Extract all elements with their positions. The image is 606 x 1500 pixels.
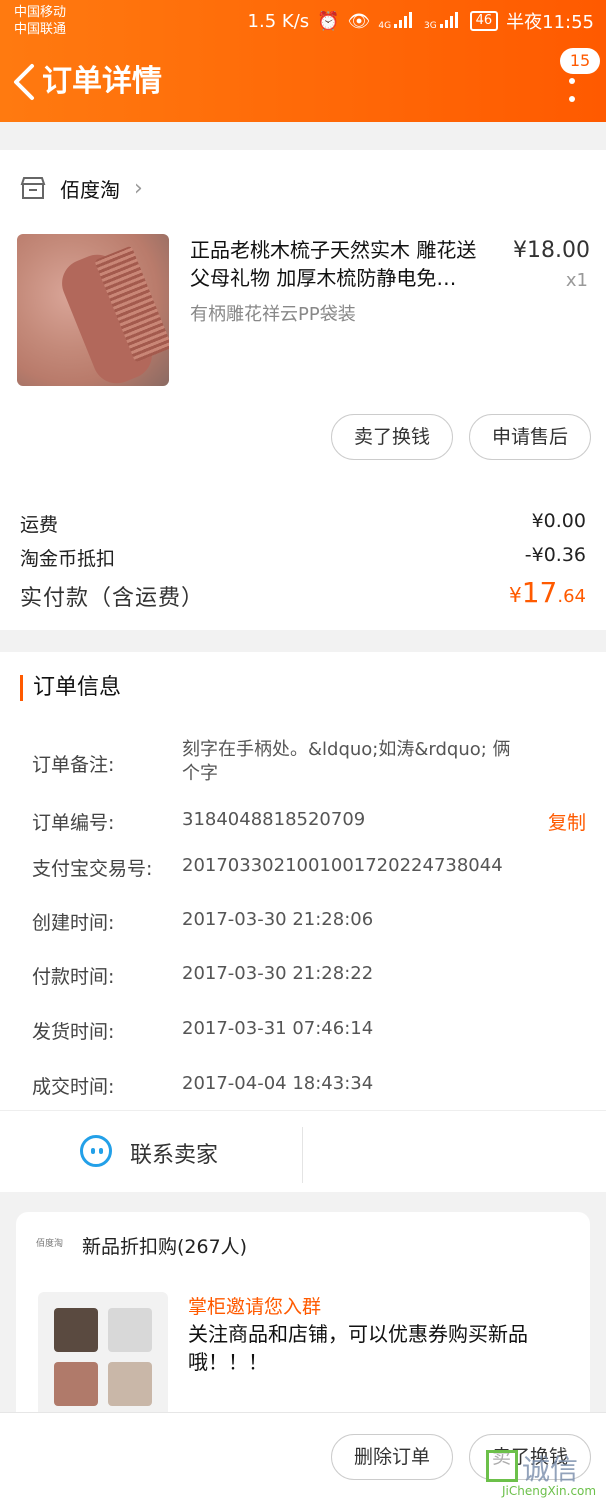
nav-bar: 订单详情 xyxy=(0,50,606,114)
actual-paid-value: ¥17.64 xyxy=(509,576,586,609)
contact-seller-button[interactable]: 联系卖家 xyxy=(130,1137,218,1169)
watermark: 诚信 JiChengXin.com xyxy=(486,1448,602,1498)
shipping-value: ¥0.00 xyxy=(531,510,586,532)
product-image[interactable] xyxy=(17,234,169,386)
after-sale-button[interactable]: 申请售后 xyxy=(469,414,591,460)
product-quantity: x1 xyxy=(565,270,588,291)
avatar xyxy=(108,1362,152,1406)
carrier-info: 中国移动 中国联通 xyxy=(14,4,66,38)
created-label: 创建时间: xyxy=(32,912,115,934)
done-label: 成交时间: xyxy=(32,1076,115,1098)
coin-deduct-value: -¥0.36 xyxy=(524,544,586,566)
paid-time-label: 付款时间: xyxy=(32,966,115,988)
alipay-value: 2017033021001001720224738044 xyxy=(182,855,503,876)
watermark-text: 诚信 xyxy=(522,1453,579,1486)
status-bar: 中国移动 中国联通 1.5 K/s ⏰ 👁 4G 3G 46 半夜11:55 xyxy=(0,0,606,44)
actual-paid-label: 实付款（含运费） xyxy=(20,586,205,611)
promo-invite: 掌柜邀请您入群 xyxy=(188,1296,322,1318)
done-value: 2017-04-04 18:43:34 xyxy=(182,1073,374,1094)
shipped-label: 发货时间: xyxy=(32,1021,115,1043)
signal-icon-1: 4G xyxy=(378,11,416,31)
watermark-url: JiChengXin.com xyxy=(502,1484,597,1498)
product-title[interactable]: 正品老桃木梳子天然实木 雕花送父母礼物 加厚木梳防静电免… xyxy=(190,236,495,292)
signal-icon-2: 3G xyxy=(424,11,462,31)
carrier-1: 中国移动 xyxy=(14,5,67,20)
alipay-label: 支付宝交易号: xyxy=(32,858,153,880)
promo-description: 关注商品和店铺，可以优惠券购买新品哦！！！ xyxy=(188,1322,528,1374)
promo-group-name: 新品折扣购(267人) xyxy=(82,1236,248,1258)
paid-integer: 17 xyxy=(521,576,558,609)
divider xyxy=(302,1127,303,1183)
group-promo-card[interactable]: 佰度淘 新品折扣购(267人) 掌柜邀请您入群 关注商品和店铺，可以优惠券购买新… xyxy=(16,1212,590,1432)
avatar xyxy=(54,1362,98,1406)
order-no-value: 3184048818520709 xyxy=(182,809,366,830)
alarm-icon: ⏰ xyxy=(317,10,340,32)
store-name: 佰度淘 xyxy=(60,177,120,202)
clock: 半夜11:55 xyxy=(506,12,594,33)
page-title: 订单详情 xyxy=(42,64,162,99)
shipping-label: 运费 xyxy=(20,514,59,536)
note-label: 订单备注: xyxy=(32,754,115,776)
order-info-title: 订单信息 xyxy=(20,675,121,701)
chevron-right-icon: › xyxy=(134,175,143,201)
signal-2-label: 3G xyxy=(424,20,437,31)
paid-decimal: .64 xyxy=(557,586,586,607)
coin-deduct-label: 淘金币抵扣 xyxy=(20,548,116,570)
store-icon xyxy=(20,177,46,199)
order-no-label: 订单编号: xyxy=(32,812,115,834)
back-icon[interactable] xyxy=(10,62,40,102)
app-header: 中国移动 中国联通 1.5 K/s ⏰ 👁 4G 3G 46 半夜11:55 订… xyxy=(0,0,606,122)
sell-button[interactable]: 卖了换钱 xyxy=(331,414,453,460)
group-avatars xyxy=(38,1292,168,1422)
message-count-badge[interactable]: 15 xyxy=(560,48,600,74)
avatar xyxy=(108,1308,152,1352)
note-value: 刻字在手柄处。&ldquo;如涛&rdquo; 俩个字 xyxy=(182,739,511,784)
contact-seller-bar: 联系卖家 xyxy=(0,1110,606,1192)
product-spec: 有柄雕花祥云PP袋装 xyxy=(190,304,356,325)
status-right: 1.5 K/s ⏰ 👁 4G 3G 46 半夜11:55 xyxy=(248,8,594,34)
eye-icon: 👁 xyxy=(347,10,371,32)
product-price: ¥18.00 xyxy=(513,238,590,263)
chat-face-icon[interactable] xyxy=(80,1135,112,1167)
created-value: 2017-03-30 21:28:06 xyxy=(182,909,374,930)
promo-logo: 佰度淘 xyxy=(36,1239,64,1249)
carrier-2: 中国联通 xyxy=(14,22,67,37)
signal-1-label: 4G xyxy=(378,20,392,31)
watermark-logo-icon xyxy=(486,1450,518,1482)
delete-order-button[interactable]: 删除订单 xyxy=(331,1434,453,1480)
paid-currency: ¥ xyxy=(508,583,522,607)
paid-time-value: 2017-03-30 21:28:22 xyxy=(182,963,374,984)
copy-button[interactable]: 复制 xyxy=(548,808,586,835)
avatar xyxy=(54,1308,98,1352)
network-speed: 1.5 K/s xyxy=(247,10,310,32)
battery-icon: 46 xyxy=(469,11,499,31)
store-link[interactable]: 佰度淘 › xyxy=(20,170,143,206)
shipped-value: 2017-03-31 07:46:14 xyxy=(182,1018,374,1039)
